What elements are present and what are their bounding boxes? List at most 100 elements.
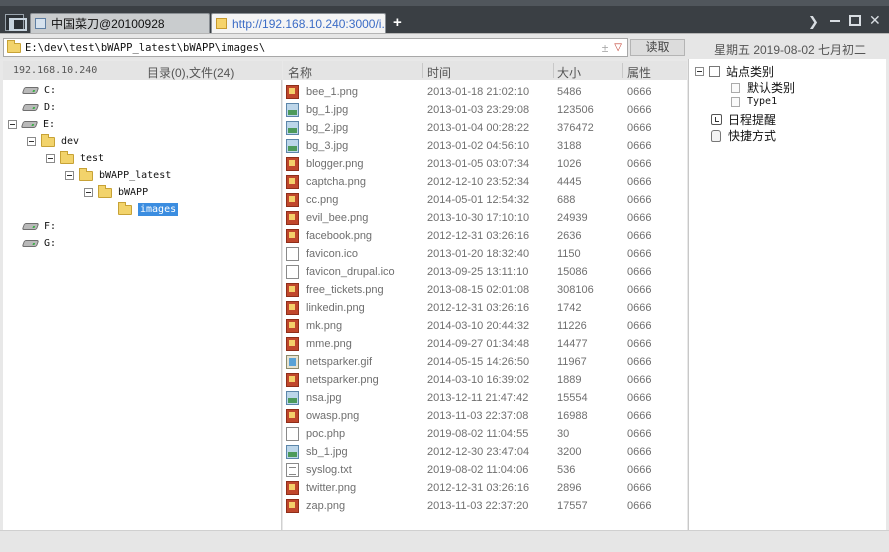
- file-name: facebook.png: [306, 230, 373, 242]
- column-size[interactable]: 大小: [557, 64, 581, 81]
- column-name[interactable]: 名称: [288, 64, 312, 81]
- tree-item-images[interactable]: images: [118, 201, 179, 218]
- file-row[interactable]: poc.php 2019-08-02 11:04:55 30 0666: [283, 425, 687, 443]
- file-row[interactable]: favicon_drupal.ico 2013-09-25 13:11:10 150…: [283, 263, 687, 281]
- folder-tab-icon: [216, 18, 227, 29]
- file-time: 2014-09-27 01:34:48: [427, 338, 530, 350]
- path-text[interactable]: E:\dev\test\bWAPP_latest\bWAPP\images\: [25, 42, 602, 54]
- column-divider[interactable]: [622, 63, 623, 78]
- clock-icon: [711, 114, 722, 125]
- file-attr: 0666: [627, 248, 652, 260]
- file-attr: 0666: [627, 212, 652, 224]
- default-category[interactable]: 默认类别: [731, 79, 795, 96]
- column-divider[interactable]: [553, 63, 554, 78]
- tree-item-d[interactable]: D:: [21, 99, 56, 116]
- png-icon: [286, 211, 299, 225]
- file-row[interactable]: bg_2.jpg 2013-01-04 00:28:22 376472 0666: [283, 119, 687, 137]
- file-row[interactable]: syslog.txt 2019-08-02 11:04:06 536 0666: [283, 461, 687, 479]
- type1-item[interactable]: Type1: [731, 96, 777, 107]
- file-row[interactable]: favicon.ico 2013-01-20 18:32:40 1150 0666: [283, 245, 687, 263]
- tree-item-f[interactable]: F:: [21, 218, 56, 235]
- file-name: bg_2.jpg: [306, 122, 349, 134]
- new-tab-button[interactable]: +: [393, 15, 402, 31]
- file-time: 2013-01-03 23:29:08: [427, 104, 530, 116]
- tree-item-bwapp[interactable]: bWAPP: [84, 184, 148, 201]
- collapse-icon[interactable]: [46, 154, 55, 163]
- file-attr: 0666: [627, 302, 652, 314]
- file-row[interactable]: facebook.png 2012-12-31 03:26:16 2636 0666: [283, 227, 687, 245]
- drive-icon: [21, 223, 40, 230]
- site-category[interactable]: 站点类别: [695, 63, 774, 80]
- png-icon: [286, 193, 299, 207]
- column-time[interactable]: 时间: [427, 64, 451, 81]
- collapse-icon[interactable]: [27, 137, 36, 146]
- plus-icon[interactable]: ±: [602, 41, 609, 55]
- collapse-icon[interactable]: [65, 171, 74, 180]
- category-icon: [709, 66, 720, 77]
- tree-label: C:: [44, 85, 57, 96]
- file-row[interactable]: mk.png 2014-03-10 20:44:32 11226 0666: [283, 317, 687, 335]
- png-icon: [286, 499, 299, 513]
- file-attr: 0666: [627, 86, 652, 98]
- tree-item-test[interactable]: test: [46, 150, 104, 167]
- file-name: owasp.png: [306, 410, 360, 422]
- tree-item-bwapp-latest[interactable]: bWAPP_latest: [65, 167, 171, 184]
- file-row[interactable]: nsa.jpg 2013-12-11 21:47:42 15554 0666: [283, 389, 687, 407]
- file-attr: 0666: [627, 230, 652, 242]
- column-divider[interactable]: [422, 63, 423, 78]
- jpg-icon: [286, 121, 299, 135]
- file-attr: 0666: [627, 176, 652, 188]
- close-button[interactable]: ✕: [869, 13, 881, 28]
- file-row[interactable]: netsparker.gif 2014-05-15 14:26:50 11967 06…: [283, 353, 687, 371]
- png-icon: [286, 481, 299, 495]
- file-row[interactable]: bg_1.jpg 2013-01-03 23:29:08 123506 0666: [283, 101, 687, 119]
- app-menu-icon[interactable]: [5, 14, 27, 31]
- path-input[interactable]: E:\dev\test\bWAPP_latest\bWAPP\images\ ±…: [3, 38, 628, 57]
- png-icon: [286, 319, 299, 333]
- collapse-icon[interactable]: [84, 188, 93, 197]
- png-icon: [286, 337, 299, 351]
- tree-item-c[interactable]: C:: [21, 82, 57, 99]
- tree-item-dev[interactable]: dev: [27, 133, 79, 150]
- minimize-button[interactable]: [830, 20, 840, 22]
- read-button[interactable]: 读取: [630, 39, 685, 56]
- default-category-label: 默认类别: [747, 81, 796, 95]
- tab-caidao[interactable]: 中国菜刀@20100928: [30, 13, 210, 33]
- file-row[interactable]: owasp.png 2013-11-03 22:37:08 16988 0666: [283, 407, 687, 425]
- file-attr: 0666: [627, 266, 652, 278]
- file-name: netsparker.gif: [306, 356, 373, 368]
- tree-item-e[interactable]: E:: [8, 116, 55, 133]
- file-time: 2013-01-02 04:56:10: [427, 140, 530, 152]
- file-attr: 0666: [627, 464, 652, 476]
- shortcuts[interactable]: 快捷方式: [711, 127, 776, 144]
- tab-webshell[interactable]: http://192.168.10.240:3000/i... ✕: [211, 13, 386, 33]
- collapse-icon[interactable]: [8, 120, 17, 129]
- date-display: 星期五 2019-08-02 七月初二: [714, 43, 867, 57]
- column-attr[interactable]: 属性: [627, 64, 651, 81]
- file-attr: 0666: [627, 356, 652, 368]
- file-name: linkedin.png: [306, 302, 365, 314]
- file-row[interactable]: free_tickets.png 2013-08-15 02:01:08 30810…: [283, 281, 687, 299]
- drive-icon: [21, 104, 40, 111]
- file-row[interactable]: sb_1.jpg 2012-12-30 23:47:04 3200 0666: [283, 443, 687, 461]
- file-row[interactable]: zap.png 2013-11-03 22:37:20 17557 0666: [283, 497, 687, 515]
- file-time: 2012-12-31 03:26:16: [427, 302, 530, 314]
- collapse-icon[interactable]: [695, 67, 704, 76]
- chevron-down-icon[interactable]: ▽: [614, 42, 622, 53]
- schedule-reminder[interactable]: 日程提醒: [711, 111, 776, 128]
- file-attr: 0666: [627, 338, 652, 350]
- file-row[interactable]: bg_3.jpg 2013-01-02 04:56:10 3188 0666: [283, 137, 687, 155]
- chevron-right-icon[interactable]: ❯: [808, 14, 819, 29]
- file-row[interactable]: bee_1.png 2013-01-18 21:02:10 5486 0666: [283, 83, 687, 101]
- tree-item-g[interactable]: G:: [21, 235, 56, 252]
- file-row[interactable]: cc.png 2014-05-01 12:54:32 688 0666: [283, 191, 687, 209]
- file-row[interactable]: netsparker.png 2014-03-10 16:39:02 1889 066…: [283, 371, 687, 389]
- file-row[interactable]: twitter.png 2012-12-31 03:26:16 2896 0666: [283, 479, 687, 497]
- folder-icon: [41, 133, 55, 147]
- maximize-button[interactable]: [849, 15, 861, 26]
- file-row[interactable]: evil_bee.png 2013-10-30 17:10:10 24939 0666: [283, 209, 687, 227]
- file-row[interactable]: captcha.png 2012-12-10 23:52:34 4445 0666: [283, 173, 687, 191]
- file-row[interactable]: blogger.png 2013-01-05 03:07:34 1026 0666: [283, 155, 687, 173]
- file-row[interactable]: linkedin.png 2012-12-31 03:26:16 1742 0666: [283, 299, 687, 317]
- file-row[interactable]: mme.png 2014-09-27 01:34:48 14477 0666: [283, 335, 687, 353]
